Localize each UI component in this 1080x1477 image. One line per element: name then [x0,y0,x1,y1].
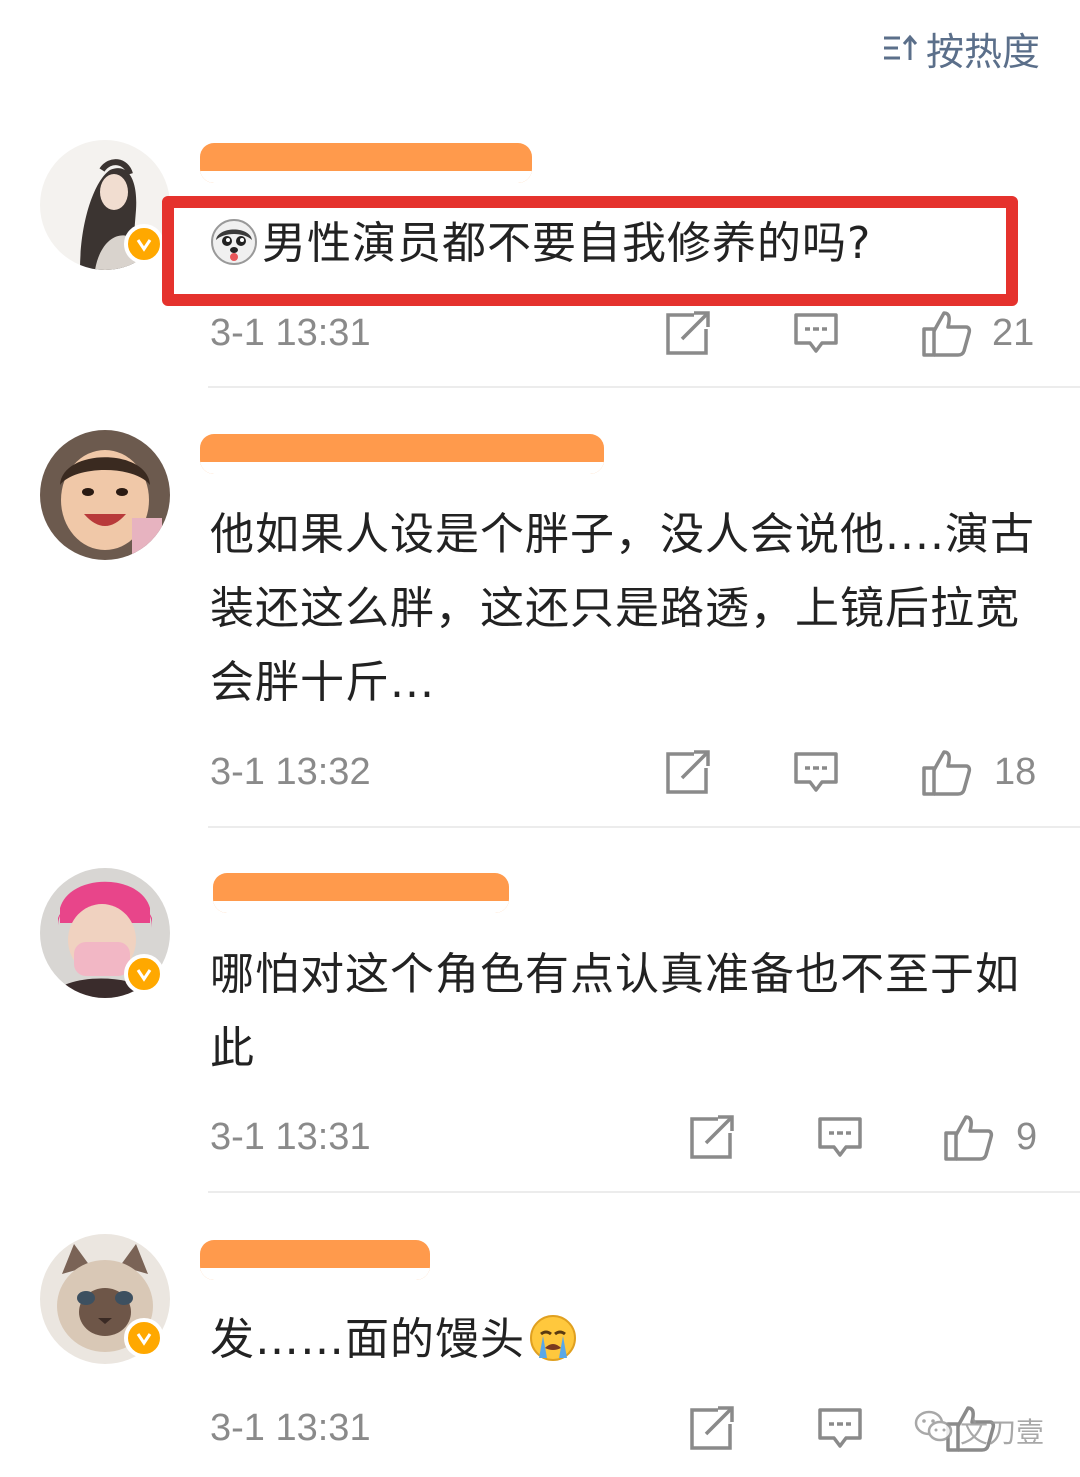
comment-text: 他如果人设是个胖子，没人会说他....演古装还这么胖，这还只是路透，上镜后拉宽会… [210,509,1035,708]
share-icon[interactable] [664,309,712,357]
like-count: 21 [992,312,1035,354]
divider [208,826,1080,828]
like-icon[interactable] [942,1113,994,1161]
reply-icon[interactable] [792,309,840,357]
watermark: 文刀壹 [914,1410,1044,1451]
username[interactable]: •••••••••• [200,434,604,474]
sort-label: 按热度 [925,29,1040,74]
verified-badge [124,954,164,994]
share-icon[interactable] [688,1404,736,1452]
verified-badge [124,1318,164,1358]
avatar[interactable] [40,430,170,560]
watermark-text: 文刀壹 [959,1415,1044,1449]
verified-badge [124,224,164,264]
username[interactable]: ••••• [200,1240,430,1280]
share-icon[interactable] [664,748,712,796]
comment-actions: 3-1 13:32 18 [0,742,1080,802]
reply-icon[interactable] [816,1113,864,1161]
timestamp: 3-1 13:31 [210,1116,371,1158]
sort-icon [882,33,918,63]
comment-text: 男性演员都不要自我修养的吗? [210,207,1040,281]
wechat-icon [914,1410,954,1451]
sort-by-hot-button[interactable]: 按热度 [882,20,1040,76]
comment-text: 发……面的馒头 [210,1303,1040,1377]
husky-emoji-icon [210,215,258,265]
comment-text-content: 发……面的馒头 [210,1314,525,1365]
like-icon[interactable] [920,309,972,357]
like-count: 18 [994,751,1037,793]
reply-icon[interactable] [816,1404,864,1452]
like-icon[interactable] [920,748,972,796]
divider [208,386,1080,388]
timestamp: 3-1 13:31 [210,1407,371,1449]
reply-icon[interactable] [792,748,840,796]
share-icon[interactable] [688,1113,736,1161]
comment-text: 哪怕对这个角色有点认真准备也不至于如此 [210,949,1020,1074]
like-count: 9 [1016,1116,1038,1158]
divider [208,1191,1080,1193]
username[interactable]: •••••••• [200,143,532,183]
username[interactable]: ••••••• [213,873,509,913]
comment-actions: 3-1 13:31 21 [0,303,1080,363]
timestamp: 3-1 13:32 [210,751,371,793]
comment-actions: 3-1 13:31 9 [0,1107,1080,1167]
crying-emoji-icon [529,1311,577,1361]
timestamp: 3-1 13:31 [210,312,371,354]
comment-text-content: 男性演员都不要自我修养的吗? [262,218,872,269]
